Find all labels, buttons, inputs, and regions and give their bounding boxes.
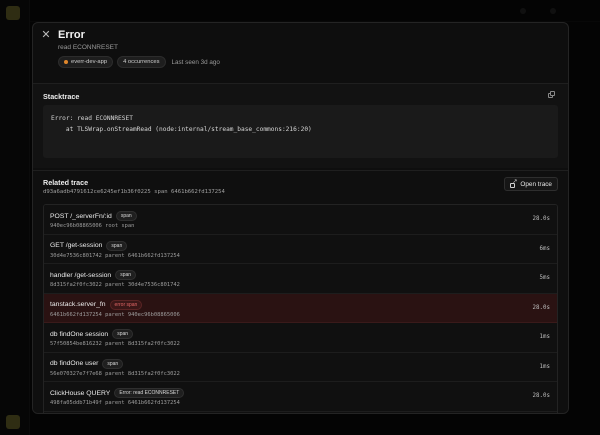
span-name: handler /get-session bbox=[50, 271, 112, 279]
error-detail-modal: ✕ Error read ECONNRESET everr-dev-app 4 … bbox=[32, 22, 569, 414]
environment-badge: everr-dev-app bbox=[58, 56, 114, 68]
stacktrace-line: at TLSWrap.onStreamRead (node:internal/s… bbox=[51, 126, 312, 133]
span-duration: 28.0s bbox=[532, 393, 550, 399]
span-name-wrap: db findOne session span bbox=[50, 329, 134, 339]
span-tag: span bbox=[115, 211, 137, 221]
span-row[interactable]: db findOne user span 56e070327e7f7e68 pare… bbox=[44, 352, 557, 382]
span-name: ClickHouse QUERY bbox=[50, 389, 111, 397]
error-message: read ECONNRESET bbox=[58, 44, 118, 51]
span-list: POST /_serverFn/:id span 940ec96b08865006 … bbox=[43, 204, 558, 413]
error-header: ✕ Error read ECONNRESET everr-dev-app 4 … bbox=[33, 23, 568, 78]
open-trace-button[interactable]: ↗ Open trace bbox=[504, 177, 558, 191]
span-tag: span bbox=[106, 240, 128, 251]
span-row[interactable]: POST /_serverFn/:id span 940ec96b08865006 … bbox=[44, 205, 557, 235]
span-row[interactable]: handler /get-session span 8d315fa2f0fc3022… bbox=[44, 264, 557, 294]
trace-ids: d93a6adb4791612ce6245ef1b36f0225 span 64… bbox=[43, 189, 225, 195]
span-duration: 1ms bbox=[539, 334, 550, 340]
occurrences-label: 4 occurrences bbox=[123, 59, 160, 65]
error-title: Error bbox=[58, 29, 85, 41]
span-name-wrap: POST /_serverFn/:id span bbox=[50, 211, 137, 221]
close-icon[interactable]: ✕ bbox=[41, 30, 51, 41]
stacktrace-code: Error: read ECONNRESET at TLSWrap.onStre… bbox=[43, 105, 558, 158]
span-row[interactable]: db findOne session span 57f50854be816232 p… bbox=[44, 323, 557, 353]
copy-icon[interactable] bbox=[548, 91, 556, 99]
span-row[interactable]: ClickHouse QUERY Error: read ECONNRESET 49… bbox=[44, 382, 557, 412]
span-meta: 30d4e7536c801742 parent 6461b662fd137254 bbox=[50, 252, 180, 259]
span-meta: 56e070327e7f7e68 parent 8d315fa2f0fc3022 bbox=[50, 370, 180, 377]
span-row[interactable]: hook after /get-session plugin:bearerspa… bbox=[44, 411, 557, 413]
span-name: GET /get-session bbox=[50, 242, 103, 249]
span-name: db findOne user bbox=[50, 360, 99, 367]
span-duration: 5ms bbox=[539, 275, 550, 281]
span-tag: span bbox=[102, 358, 124, 369]
span-name: db findOne session bbox=[50, 330, 109, 338]
external-link-icon: ↗ bbox=[510, 179, 517, 188]
span-row[interactable]: tanstack.server_fn error span 6461b662fd13… bbox=[44, 293, 557, 323]
span-tag: span bbox=[115, 270, 137, 280]
span-name: POST /_serverFn/:id bbox=[50, 212, 112, 220]
span-name-wrap: ClickHouse QUERY Error: read ECONNRESET bbox=[50, 388, 185, 398]
related-trace-section: Related trace d93a6adb4791612ce6245ef1b3… bbox=[33, 170, 568, 413]
stacktrace-heading: Stacktrace bbox=[43, 92, 80, 101]
last-seen: Last seen 3d ago bbox=[171, 58, 220, 66]
span-meta: 498fa05ddb71b49f parent 6461b662fd137254 bbox=[50, 400, 180, 406]
span-name-wrap: GET /get-session span bbox=[50, 240, 128, 251]
environment-label: everr-dev-app bbox=[71, 59, 108, 65]
span-duration: 6ms bbox=[539, 245, 550, 252]
span-name-wrap: handler /get-session span bbox=[50, 270, 137, 280]
occurrences-badge: 4 occurrences bbox=[117, 56, 166, 68]
related-trace-heading: Related trace bbox=[43, 178, 89, 187]
span-duration: 28.0s bbox=[532, 216, 550, 222]
span-name: tanstack.server_fn bbox=[50, 301, 106, 308]
span-tag: error span bbox=[109, 299, 143, 310]
span-name-wrap: db findOne user span bbox=[50, 358, 124, 369]
span-meta: 57f50854be816232 parent 8d315fa2f0fc3022 bbox=[50, 341, 180, 347]
span-meta: 6461b662fd137254 parent 940ec96b08865006 bbox=[50, 311, 180, 318]
span-duration: 28.0s bbox=[532, 304, 550, 311]
error-badges: everr-dev-app 4 occurrences Last seen 3d… bbox=[58, 56, 220, 68]
span-duration: 1ms bbox=[539, 363, 550, 370]
environment-dot-icon bbox=[64, 60, 68, 64]
span-tag: span bbox=[112, 329, 134, 339]
stacktrace-section: Stacktrace Error: read ECONNRESET at TLS… bbox=[33, 83, 568, 168]
span-row[interactable]: GET /get-session span 30d4e7536c801742 par… bbox=[44, 234, 557, 264]
stacktrace-line: Error: read ECONNRESET bbox=[51, 115, 133, 122]
open-trace-label: Open trace bbox=[520, 180, 552, 188]
span-meta: 940ec96b08865006 root span bbox=[50, 223, 135, 229]
span-meta: 8d315fa2f0fc3022 parent 30d4e7536c801742 bbox=[50, 282, 180, 288]
span-tag: Error: read ECONNRESET bbox=[114, 388, 185, 398]
span-name-wrap: tanstack.server_fn error span bbox=[50, 299, 143, 310]
